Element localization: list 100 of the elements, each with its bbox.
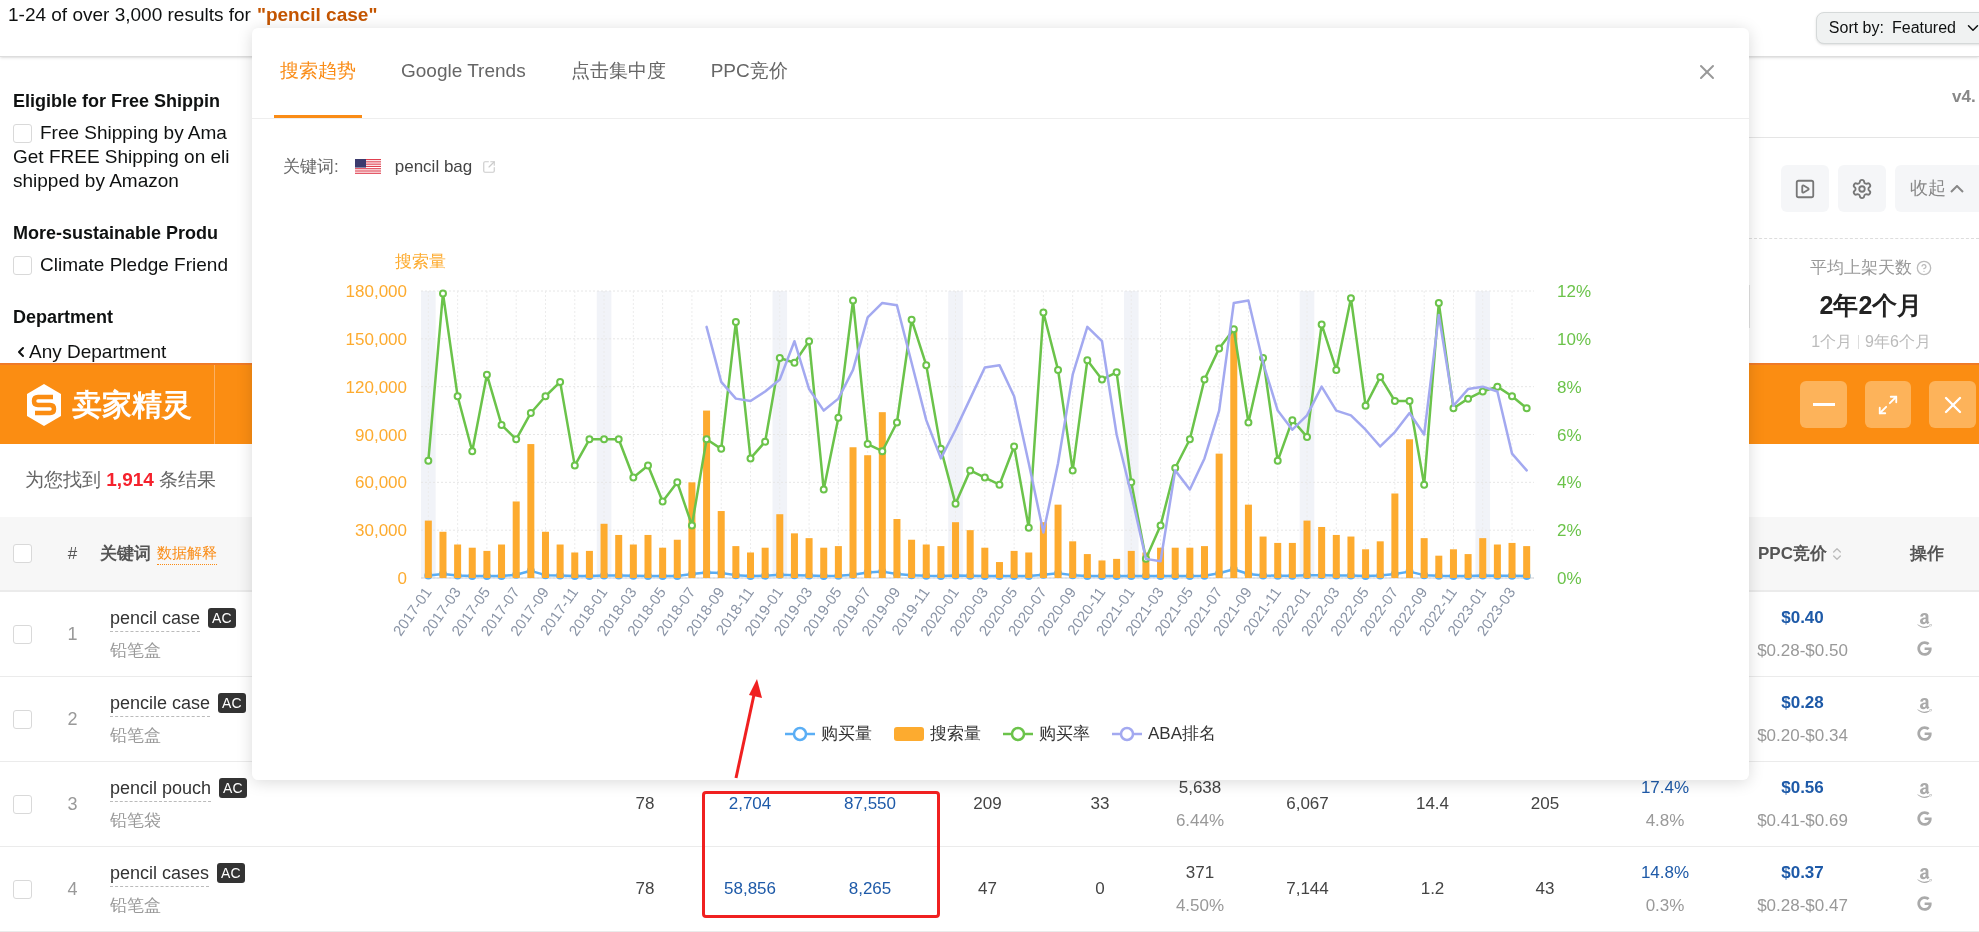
filter-option[interactable]: Climate Pledge Friend [40, 253, 228, 277]
bar [1113, 558, 1121, 578]
table-cell[interactable]: 14.8% [1640, 859, 1690, 885]
axis-tick-label: 150,000 [345, 329, 407, 349]
table-cell[interactable]: 58,856 [724, 876, 776, 902]
bar [1025, 552, 1033, 578]
select-all-checkbox[interactable] [13, 544, 32, 563]
bar [1098, 560, 1106, 578]
filter-heading: More-sustainable Produ [13, 222, 220, 245]
column-header: 关键词 [100, 542, 151, 565]
bar [1186, 547, 1194, 578]
bar [937, 546, 945, 578]
stat-label: 平均上架天数 [1810, 257, 1912, 279]
filter-heading: Department [13, 306, 115, 329]
help-icon[interactable] [1916, 259, 1932, 276]
ppc-bid: $0.28 [1781, 691, 1824, 714]
google-icon[interactable] [1917, 896, 1932, 911]
bar [1449, 549, 1457, 578]
bar [615, 534, 623, 578]
bar [439, 531, 447, 578]
close-button[interactable] [1929, 381, 1976, 428]
axis-tick-label: 6% [1557, 425, 1582, 445]
axis-tick-label: 4% [1557, 473, 1582, 493]
keyword-link[interactable]: pencil cases [110, 859, 210, 887]
stat-value: 2年2个月 [1819, 289, 1923, 321]
bar [717, 511, 725, 578]
bar [1157, 547, 1165, 578]
bar [1523, 546, 1531, 578]
row-checkbox[interactable] [13, 794, 32, 814]
bar [673, 539, 681, 578]
bar [995, 562, 1003, 578]
table-cell[interactable]: 87,550 [844, 791, 896, 817]
column-header[interactable]: PPC竞价 [1758, 540, 1827, 567]
logo-icon [25, 382, 63, 427]
bar [1464, 554, 1472, 578]
table-cell[interactable]: 8,265 [848, 876, 892, 902]
flag-icon [354, 159, 381, 175]
filter-checkbox[interactable] [13, 123, 32, 143]
sort-dropdown[interactable]: Sort by: Featured [1815, 12, 1979, 44]
dialog-tab[interactable]: Google Trends [395, 27, 532, 118]
table-cell-text: 5,638 [1178, 776, 1222, 799]
filter-checkbox[interactable] [13, 255, 32, 275]
bar [834, 546, 842, 578]
axis-tick-label: 0% [1557, 569, 1582, 588]
row-checkbox[interactable] [13, 624, 32, 644]
table-cell-text: 4.8% [1645, 810, 1685, 832]
filter-option[interactable]: Free Shipping by Ama [40, 121, 227, 145]
legend-label[interactable]: 搜索量 [930, 721, 981, 747]
stat-max: 9年6个月 [1865, 332, 1931, 352]
row-checkbox[interactable] [13, 709, 32, 729]
amazon-icon[interactable] [1916, 867, 1933, 884]
bar [1010, 550, 1018, 578]
bar [805, 538, 813, 578]
dialog-tab[interactable]: PPC竞价 [704, 27, 794, 118]
amazon-icon[interactable] [1916, 697, 1933, 714]
keyword-link[interactable]: pencil pouch [110, 774, 212, 802]
legend-label[interactable]: ABA排名 [1148, 721, 1216, 747]
bar [483, 550, 491, 578]
amazon-icon[interactable] [1916, 782, 1933, 799]
expand-button[interactable] [1865, 381, 1911, 428]
bar [1083, 554, 1091, 578]
bar [556, 544, 564, 578]
google-icon[interactable] [1917, 811, 1932, 826]
axis-tick-label: 10% [1557, 329, 1592, 349]
department-link[interactable]: Any Department [29, 341, 167, 363]
row-checkbox[interactable] [13, 879, 32, 899]
keyword-link[interactable]: pencile case [110, 689, 211, 717]
table-cell-text: 1.2 [1420, 878, 1445, 901]
keyword-translation: 铅笔盒 [110, 894, 162, 917]
amazon-icon[interactable] [1916, 612, 1933, 629]
row-number: 1 [67, 622, 78, 646]
google-icon[interactable] [1917, 726, 1932, 741]
table-cell[interactable]: 2,704 [728, 791, 772, 817]
play-button[interactable] [1781, 165, 1829, 212]
bar [1376, 541, 1384, 578]
bar [468, 547, 476, 578]
legend-label[interactable]: 购买量 [821, 721, 872, 747]
result-count: 为您找到 1,914 条结果 [25, 468, 217, 493]
bar [1493, 544, 1501, 578]
extension-title: 卖家精灵 [72, 387, 192, 423]
bar [922, 544, 930, 578]
keyword-value: pencil bag [394, 156, 473, 179]
bar [1435, 555, 1443, 578]
dialog-tab[interactable]: 点击集中度 [564, 27, 672, 118]
legend-line-icon [1003, 726, 1033, 742]
bar [1201, 546, 1208, 578]
bar [571, 552, 579, 578]
settings-button[interactable] [1838, 165, 1886, 212]
legend-label[interactable]: 购买率 [1039, 721, 1090, 747]
table-cell-text: 209 [973, 793, 1002, 816]
minimize-button[interactable] [1800, 381, 1847, 428]
play-icon [1794, 177, 1816, 200]
keyword-translation: 铅笔盒 [110, 724, 162, 747]
google-icon[interactable] [1917, 641, 1932, 656]
keyword-link[interactable]: pencil case [110, 604, 201, 632]
minimize-icon [1812, 403, 1835, 406]
external-link-icon[interactable] [482, 160, 497, 174]
table-cell-text: 6,067 [1286, 793, 1329, 816]
bar [893, 519, 901, 578]
bar [966, 530, 974, 578]
